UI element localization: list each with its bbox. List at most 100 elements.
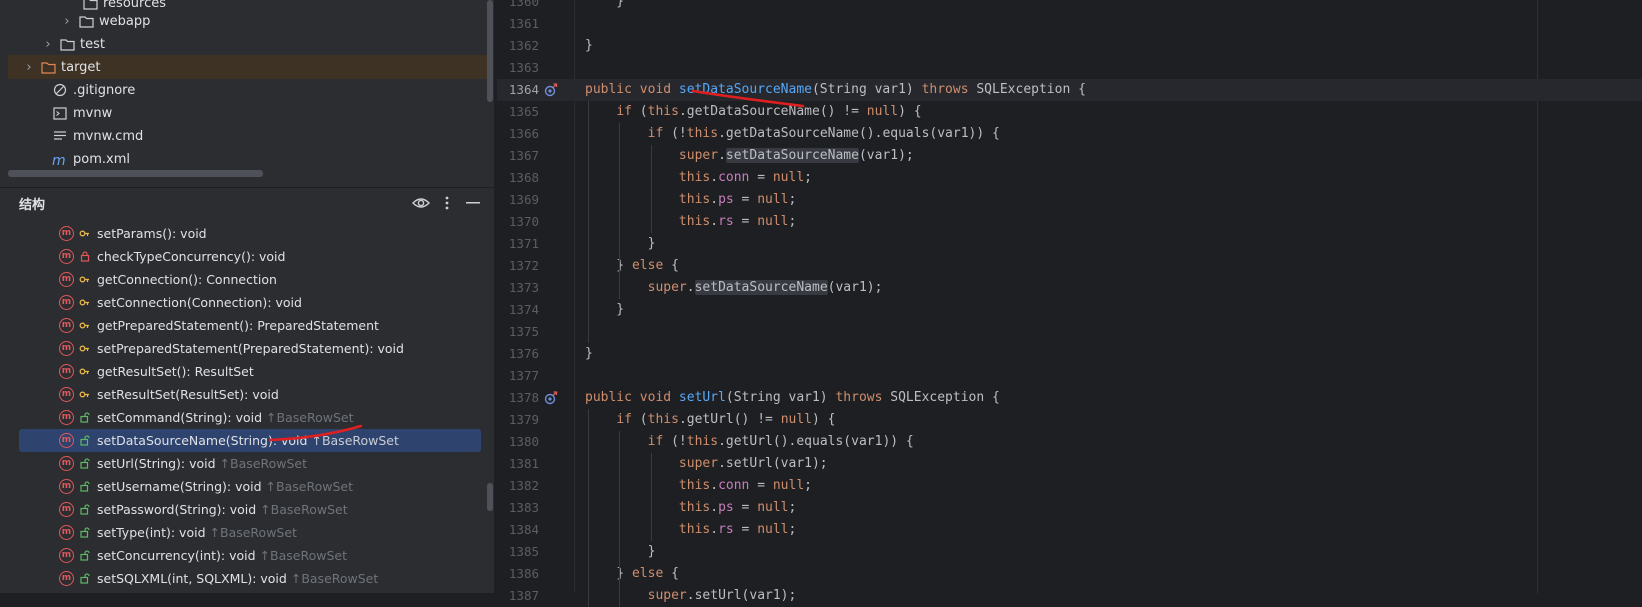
code-token: .: [686, 280, 695, 295]
code-token: this: [678, 500, 711, 515]
structure-method-row[interactable]: m setCommand(String): void ↑BaseRowSet: [19, 406, 481, 429]
code-token: conn: [718, 478, 750, 493]
project-tree-vertical-scrollbar[interactable]: [487, 0, 493, 102]
structure-method-row[interactable]: m getConnection(): Connection: [19, 268, 481, 291]
structure-method-row[interactable]: m setPassword(String): void ↑BaseRowSet: [19, 498, 481, 521]
method-icon: m: [59, 272, 74, 287]
code-token: SQLException {: [976, 82, 1086, 97]
tree-item[interactable]: › test: [8, 32, 493, 56]
code-token: (String var1): [811, 82, 922, 97]
code-token: .: [710, 170, 719, 185]
code-line[interactable]: 1374 }: [497, 299, 1642, 321]
chevron-right-icon[interactable]: ›: [41, 37, 55, 52]
tree-item[interactable]: .gitignore: [8, 78, 493, 102]
code-token: }: [585, 566, 632, 581]
code-line[interactable]: 1387 super.setUrl(var1);: [497, 585, 1642, 607]
code-line[interactable]: 1369 this.ps = null;: [497, 189, 1642, 211]
method-signature: setPreparedStatement(PreparedStatement):…: [97, 341, 404, 356]
minimize-icon[interactable]: [463, 193, 483, 213]
code-line[interactable]: 1362}: [497, 35, 1642, 57]
structure-method-row[interactable]: m setPreparedStatement(PreparedStatement)…: [19, 337, 481, 360]
tree-item[interactable]: › webapp: [8, 9, 493, 33]
code-line[interactable]: 1377: [497, 365, 1642, 387]
line-number: 1368: [508, 170, 539, 185]
code-token: this: [678, 522, 711, 537]
method-signature: setParams(): void: [97, 226, 207, 241]
code-line[interactable]: 1383 this.ps = null;: [497, 497, 1642, 519]
structure-method-row[interactable]: m setResultSet(ResultSet): void: [19, 383, 481, 406]
structure-method-row[interactable]: m getResultSet(): ResultSet: [19, 360, 481, 383]
structure-method-row[interactable]: m setConcurrency(int): void ↑BaseRowSet: [19, 544, 481, 567]
code-text: this.ps = null;: [585, 189, 796, 211]
code-line[interactable]: 1386 } else {: [497, 563, 1642, 585]
chevron-right-icon[interactable]: ›: [60, 14, 74, 29]
code-line[interactable]: 1366 if (!this.getDataSourceName().equal…: [497, 123, 1642, 145]
code-line[interactable]: 1378 public void setUrl(String var1) thro…: [497, 387, 1642, 409]
code-line[interactable]: 1370 this.rs = null;: [497, 211, 1642, 233]
line-number: 1380: [508, 434, 539, 449]
svg-text:m: m: [52, 153, 66, 166]
code-line[interactable]: 1384 this.rs = null;: [497, 519, 1642, 541]
code-token: ) {: [812, 412, 836, 427]
override-method-icon[interactable]: [544, 391, 558, 405]
structure-header: 结构: [0, 187, 494, 218]
structure-method-row[interactable]: m setDataSourceName(String): void ↑BaseRow…: [19, 429, 481, 452]
line-number: 1360: [508, 0, 539, 9]
code-token: }: [585, 302, 625, 317]
public-visibility-icon: [78, 572, 91, 585]
method-icon: m: [59, 456, 74, 471]
code-line[interactable]: 1375: [497, 321, 1642, 343]
structure-method-row[interactable]: m getPreparedStatement(): PreparedStateme…: [19, 314, 481, 337]
code-line[interactable]: 1382 this.conn = null;: [497, 475, 1642, 497]
structure-method-row[interactable]: m setType(int): void ↑BaseRowSet: [19, 521, 481, 544]
structure-method-row[interactable]: m setUsername(String): void ↑BaseRowSet: [19, 475, 481, 498]
code-token: .: [718, 148, 726, 163]
code-line[interactable]: 1372 } else {: [497, 255, 1642, 277]
protected-visibility-icon: [78, 227, 91, 240]
method-icon: m: [59, 295, 74, 310]
structure-scrollbar[interactable]: [487, 483, 493, 511]
code-line[interactable]: 1361: [497, 13, 1642, 35]
code-line[interactable]: 1379 if (this.getUrl() != null) {: [497, 409, 1642, 431]
code-line[interactable]: 1363: [497, 57, 1642, 79]
code-line[interactable]: 1385 }: [497, 541, 1642, 563]
eye-icon[interactable]: [411, 193, 431, 213]
code-text: }: [585, 0, 624, 13]
tree-item[interactable]: mvnw: [8, 101, 493, 125]
structure-method-row[interactable]: m setSQLXML(int, SQLXML): void ↑BaseRowSet: [19, 567, 481, 590]
chevron-right-icon[interactable]: ›: [22, 60, 36, 75]
method-icon: m: [59, 387, 74, 402]
code-line[interactable]: 1371 }: [497, 233, 1642, 255]
override-method-icon[interactable]: [544, 83, 558, 97]
structure-method-row[interactable]: m checkTypeConcurrency(): void: [19, 245, 481, 268]
code-line[interactable]: 1373 super.setDataSourceName(var1);: [497, 277, 1642, 299]
code-line[interactable]: 1381 super.setUrl(var1);: [497, 453, 1642, 475]
folder-icon: [59, 36, 75, 52]
code-line[interactable]: 1368 this.conn = null;: [497, 167, 1642, 189]
code-line[interactable]: 1376}: [497, 343, 1642, 365]
tree-item[interactable]: › target: [8, 55, 493, 79]
tree-item[interactable]: m pom.xml: [8, 147, 493, 171]
code-line[interactable]: 1360 }: [497, 0, 1642, 13]
code-editor[interactable]: 1360 } 1361 1362} 1363 1364 public void setDa…: [497, 0, 1642, 607]
code-line[interactable]: 1380 if (!this.getUrl().equals(var1)) {: [497, 431, 1642, 453]
structure-method-row[interactable]: m setUrl(String): void ↑BaseRowSet: [19, 452, 481, 475]
structure-method-row[interactable]: m setParams(): void: [19, 222, 481, 245]
code-line[interactable]: 1365 if (this.getDataSourceName() != nul…: [497, 101, 1642, 123]
structure-method-row[interactable]: m setConnection(Connection): void: [19, 291, 481, 314]
structure-method-list: m setParams(): void m checkTypeConcurrency(…: [0, 222, 494, 593]
code-token: public void: [585, 82, 679, 97]
line-number: 1367: [508, 148, 539, 163]
method-signature: setPassword(String): void: [97, 502, 257, 517]
tree-item-label: pom.xml: [73, 151, 130, 167]
code-text: super.setUrl(var1);: [585, 453, 828, 475]
more-vertical-icon[interactable]: [437, 193, 457, 213]
project-tree-horizontal-scrollbar[interactable]: [8, 170, 263, 177]
line-number: 1387: [508, 588, 539, 603]
code-line[interactable]: 1364 public void setDataSourceName(String…: [497, 79, 1642, 101]
tree-item-label: test: [80, 36, 105, 52]
tree-item[interactable]: mvnw.cmd: [8, 124, 493, 148]
public-visibility-icon: [78, 434, 91, 447]
code-line[interactable]: 1367 super.setDataSourceName(var1);: [497, 145, 1642, 167]
